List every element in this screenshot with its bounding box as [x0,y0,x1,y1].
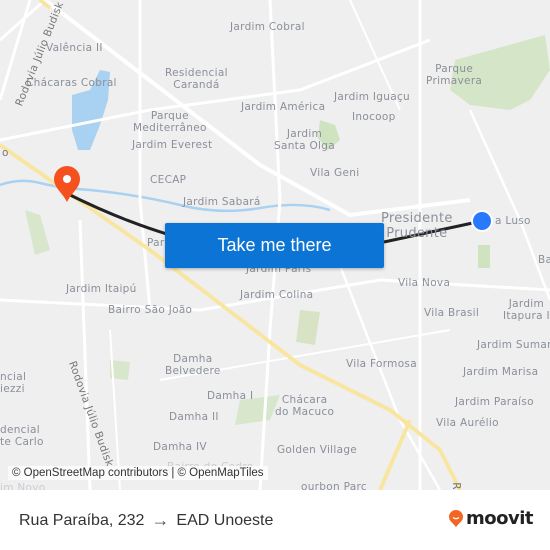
map-label: Valência II [46,42,103,54]
road-label: o [2,147,9,159]
destination-name: EAD Unoeste [176,511,274,529]
map-attribution[interactable]: © OpenStreetMap contributors | © OpenMap… [8,466,268,480]
map-label: Jardim Cobral [230,21,305,33]
road-label: R [449,482,462,490]
moovit-logo[interactable]: moovit [448,508,534,529]
map-label: Vila Brasil [424,307,480,319]
map-label: Golden Village [277,444,358,456]
map-label: Jardim Iguaçu [334,91,410,103]
map-label: Inocoop [352,111,396,123]
arrow-right-icon: → [151,510,170,530]
park-area [296,310,320,345]
map-label: Jardim Santa Olga [274,128,335,152]
map-label: Chácara do Macuco [275,394,335,418]
map-label: Residencial Carandá [165,67,228,91]
origin-name: Rua Paraíba, 232 [19,511,145,529]
map-label: Jardim Sumar [477,339,550,351]
map-label: Damha II [169,411,219,423]
map-label: Bairro São João [108,304,193,316]
map-label: Jardim Everest [132,139,213,151]
city-label: Presidente Prudente [381,211,453,241]
map-label: Jardim Paraíso [455,396,534,408]
map-label: Damha IV [153,441,207,453]
map-label: im Novo [0,482,46,490]
map-label: Jardim América [241,101,326,113]
take-me-there-button[interactable]: Take me there [165,223,384,268]
map-label: Par [147,237,165,249]
map-label: Jardim Itaipú [66,283,137,295]
map-label: Parque Mediterrâneo [133,110,207,134]
map-label: Damha Belvedere [165,353,221,377]
map[interactable]: Jardim Cobral Valência II Chácaras Cobra… [0,0,550,490]
map-label: ncial iezzi [0,371,27,395]
map-label: Damha I [207,390,254,402]
map-label: dencial te Carlo [0,424,44,448]
map-label: Vila Aurélio [436,417,499,429]
map-label: Jardim Itapura I [503,298,550,322]
map-label: Jardim Marisa [463,366,539,378]
map-label: ourbon Parc [301,481,367,490]
map-label: Vila Geni [310,167,360,179]
map-label: Vila Nova [398,277,451,289]
map-label: a Luso [495,215,531,227]
park-area [25,210,50,255]
highway [378,419,412,490]
map-label: Jardim Colina [240,289,314,301]
moovit-wordmark: moovit [466,508,534,529]
map-label: Parque Primavera [426,63,483,87]
map-label: Vila Formosa [346,358,417,370]
map-label: Jardim Sabará [183,196,261,208]
map-label: Ba [538,254,550,266]
route-title: Rua Paraíba, 232 → EAD Unoeste [19,510,273,531]
map-label: CECAP [150,174,187,186]
map-label: Chácaras Cobral [26,77,117,89]
moovit-pin-icon [449,509,463,527]
park-area [478,245,490,268]
